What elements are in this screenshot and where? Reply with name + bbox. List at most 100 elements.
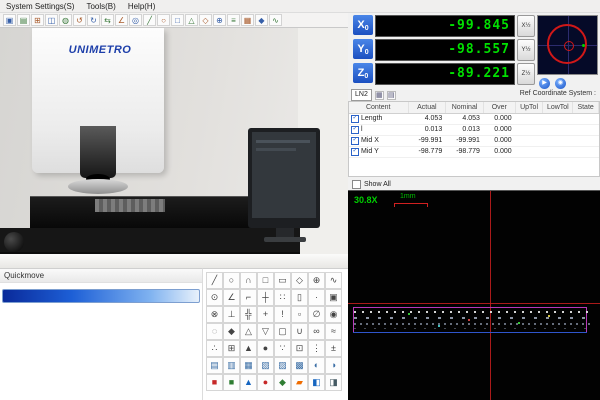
tool-icon[interactable]: ∅ [308,306,325,323]
tool-icon[interactable]: ∿ [325,272,342,289]
toolbar-icon[interactable]: ◇ [199,14,212,26]
tool-icon[interactable]: ◌ [206,323,223,340]
tool-icon[interactable]: ⊗ [206,306,223,323]
tool-icon[interactable]: ▨ [274,357,291,374]
axis-zero-button[interactable]: X0 [353,15,373,35]
tool-icon[interactable]: ∠ [223,289,240,306]
toolbar-icon[interactable]: ⇆ [101,14,114,26]
column-header[interactable]: Over [484,102,516,113]
tool-icon[interactable]: ⌐ [240,289,257,306]
tool-icon[interactable]: ◉ [325,306,342,323]
tool-icon[interactable]: ▽ [257,323,274,340]
tool-icon[interactable]: ▭ [274,272,291,289]
tool-icon[interactable]: ◐ [308,357,325,374]
toolbar-icon[interactable]: ∿ [269,14,282,26]
column-header[interactable]: Nominal [446,102,484,113]
column-header[interactable]: State [573,102,599,113]
tool-icon[interactable]: ≈ [325,323,342,340]
toolbar-icon[interactable]: ◫ [45,14,58,26]
toolbar-icon[interactable]: □ [171,14,184,26]
nav-action-button[interactable]: ◉ [555,78,566,89]
list-view-icon[interactable]: ▤ [387,91,396,100]
table-row[interactable]: ✓l 0.013 0.013 0.000 [349,125,599,136]
toolbar-icon[interactable]: ↺ [73,14,86,26]
tool-icon[interactable]: ▲ [240,374,257,391]
tool-icon[interactable]: ⊙ [206,289,223,306]
tool-icon[interactable]: ▲ [240,340,257,357]
table-row[interactable]: ✓Mid Y -98.779 -98.779 0.000 [349,147,599,158]
menu-item[interactable]: System Settings(S) [6,2,74,11]
tool-icon[interactable]: ◆ [223,323,240,340]
tool-icon[interactable]: ■ [206,374,223,391]
toolbar-icon[interactable]: ◎ [129,14,142,26]
tool-icon[interactable]: ∷ [274,289,291,306]
grid-view-icon[interactable]: ▦ [375,91,384,100]
column-header[interactable]: LowTol [543,102,573,113]
tool-icon[interactable]: ◨ [325,374,342,391]
tool-icon[interactable]: ┼ [257,289,274,306]
toolbar-icon[interactable]: ≡ [227,14,240,26]
column-header[interactable]: Content [349,102,409,113]
tool-icon[interactable]: ○ [223,272,240,289]
row-checkbox-icon[interactable]: ✓ [351,148,359,156]
toolbar-icon[interactable]: ⊕ [213,14,226,26]
axis-zero-button[interactable]: Z0 [353,63,373,83]
navigation-view[interactable] [537,15,598,75]
menu-item[interactable]: Tools(B) [86,2,115,11]
tool-icon[interactable]: ⊥ [223,306,240,323]
tool-icon[interactable]: ⊕ [308,272,325,289]
tool-icon[interactable]: ▦ [240,357,257,374]
tool-icon[interactable]: ± [325,340,342,357]
tool-icon[interactable]: △ [240,323,257,340]
tool-icon[interactable]: ■ [223,374,240,391]
tool-icon[interactable]: ∴ [206,340,223,357]
tool-icon[interactable]: ▰ [291,374,308,391]
tool-icon[interactable]: ● [257,340,274,357]
axis-half-button[interactable]: Y½ [517,39,535,61]
tool-icon[interactable]: ◑ [325,357,342,374]
tool-icon[interactable]: ◧ [308,374,325,391]
show-all-checkbox[interactable] [352,180,361,189]
tool-icon[interactable]: ! [274,306,291,323]
column-header[interactable]: UpTol [516,102,544,113]
toolbar-icon[interactable]: ▦ [241,14,254,26]
tool-icon[interactable]: ⋮ [308,340,325,357]
toolbar-icon[interactable]: ∠ [115,14,128,26]
table-row[interactable]: ✓Mid X -99.991 -99.991 0.000 [349,136,599,147]
tool-icon[interactable]: ╬ [240,306,257,323]
tool-icon[interactable]: ∩ [240,272,257,289]
toolbar-icon[interactable]: △ [185,14,198,26]
tool-icon[interactable]: + [257,306,274,323]
toolbar-icon[interactable]: ▤ [17,14,30,26]
toolbar-icon[interactable]: ╱ [143,14,156,26]
column-header[interactable]: Actual [409,102,447,113]
tool-icon[interactable]: ▤ [206,357,223,374]
tool-icon[interactable]: ▧ [257,357,274,374]
tool-icon[interactable]: ▣ [325,289,342,306]
toolbar-icon[interactable]: ⊞ [31,14,44,26]
tool-icon[interactable]: ▯ [291,289,308,306]
tool-icon[interactable]: □ [257,272,274,289]
tool-icon[interactable]: ▢ [274,323,291,340]
toolbar-icon[interactable]: ↻ [87,14,100,26]
axis-zero-button[interactable]: Y0 [353,39,373,59]
tool-icon[interactable]: · [308,289,325,306]
tool-icon[interactable]: ∪ [291,323,308,340]
toolbar-icon[interactable]: ○ [157,14,170,26]
tool-icon[interactable]: ∞ [308,323,325,340]
axis-half-button[interactable]: Z½ [517,63,535,85]
toolbar-icon[interactable]: ◆ [255,14,268,26]
show-all-option[interactable]: Show All [352,180,391,189]
row-checkbox-icon[interactable]: ✓ [351,137,359,145]
menu-item[interactable]: Help(H) [128,2,156,11]
program-tab[interactable]: LN2 [351,89,372,101]
tool-icon[interactable]: ◆ [274,374,291,391]
toolbar-icon[interactable]: ▣ [3,14,16,26]
nav-action-button[interactable]: ▶ [539,78,550,89]
tool-icon[interactable]: ▥ [223,357,240,374]
graphics-measure-view[interactable]: 30.8X 1mm [348,190,600,400]
tool-icon[interactable]: ⊡ [291,340,308,357]
tool-icon[interactable]: ● [257,374,274,391]
tool-icon[interactable]: ∵ [274,340,291,357]
tool-icon[interactable]: ◇ [291,272,308,289]
